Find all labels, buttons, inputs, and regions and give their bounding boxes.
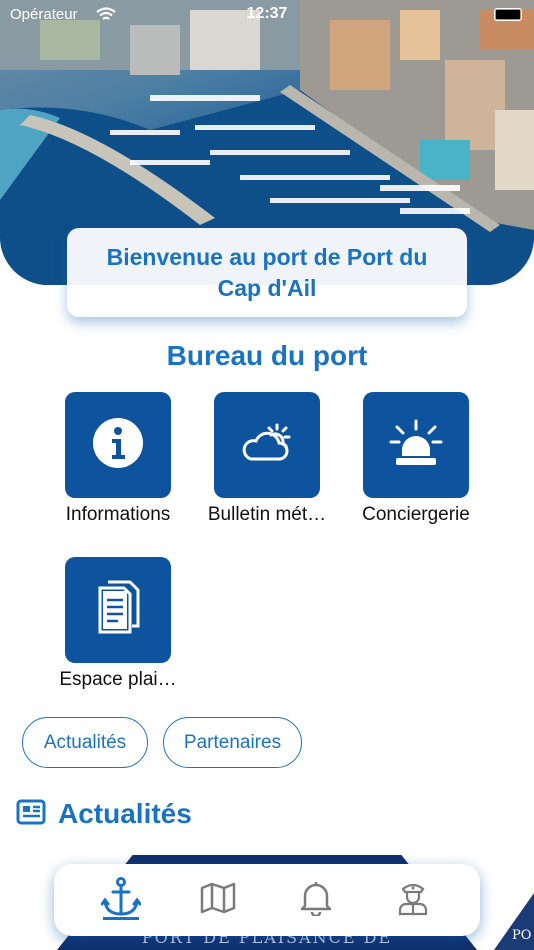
tile-label: Informations bbox=[65, 504, 171, 525]
welcome-card: Bienvenue au port de Port du Cap d'Ail bbox=[67, 228, 467, 317]
tile-conciergerie[interactable]: Conciergerie bbox=[341, 392, 491, 526]
battery-icon bbox=[494, 8, 522, 21]
tile-label: Conciergerie bbox=[362, 504, 470, 525]
clock: 12:37 bbox=[246, 5, 288, 22]
welcome-title: Bienvenue au port de Port du Cap d'Ail bbox=[106, 243, 428, 301]
map-icon bbox=[200, 882, 236, 919]
tab-bar bbox=[54, 864, 480, 936]
newspaper-icon bbox=[16, 799, 46, 830]
info-icon bbox=[92, 417, 144, 474]
tile-espace-plaisancier[interactable]: Espace plai… bbox=[43, 557, 193, 691]
anchor-icon bbox=[100, 876, 142, 925]
pill-actualites[interactable]: Actualités bbox=[22, 717, 148, 768]
tab-map[interactable] bbox=[183, 870, 253, 930]
news-title: Actualités bbox=[58, 798, 192, 829]
tile-bulletin-meteo[interactable]: Bulletin mét… bbox=[192, 392, 342, 526]
corner-logo-text: PO bbox=[512, 928, 532, 943]
tile-icon-box bbox=[65, 392, 171, 498]
tab-notifications[interactable] bbox=[281, 870, 351, 930]
tile-icon-box bbox=[65, 557, 171, 663]
tile-label: Espace plai… bbox=[59, 669, 177, 690]
tab-captain[interactable] bbox=[378, 870, 448, 930]
alarm-light-icon bbox=[388, 418, 444, 473]
tab-port[interactable] bbox=[86, 870, 156, 930]
tile-label: Bulletin mét… bbox=[207, 504, 327, 525]
section-title: Bureau du port bbox=[166, 340, 368, 371]
tile-icon-box bbox=[214, 392, 320, 498]
tile-informations[interactable]: Informations bbox=[43, 392, 193, 526]
weather-icon bbox=[239, 419, 295, 472]
news-header: Actualités bbox=[16, 798, 192, 830]
captain-icon bbox=[396, 880, 430, 921]
status-bar: Opérateur 12:37 bbox=[0, 0, 534, 30]
pill-partenaires[interactable]: Partenaires bbox=[163, 717, 302, 768]
bell-icon bbox=[299, 880, 333, 921]
tile-icon-box bbox=[363, 392, 469, 498]
documents-icon bbox=[94, 580, 142, 641]
